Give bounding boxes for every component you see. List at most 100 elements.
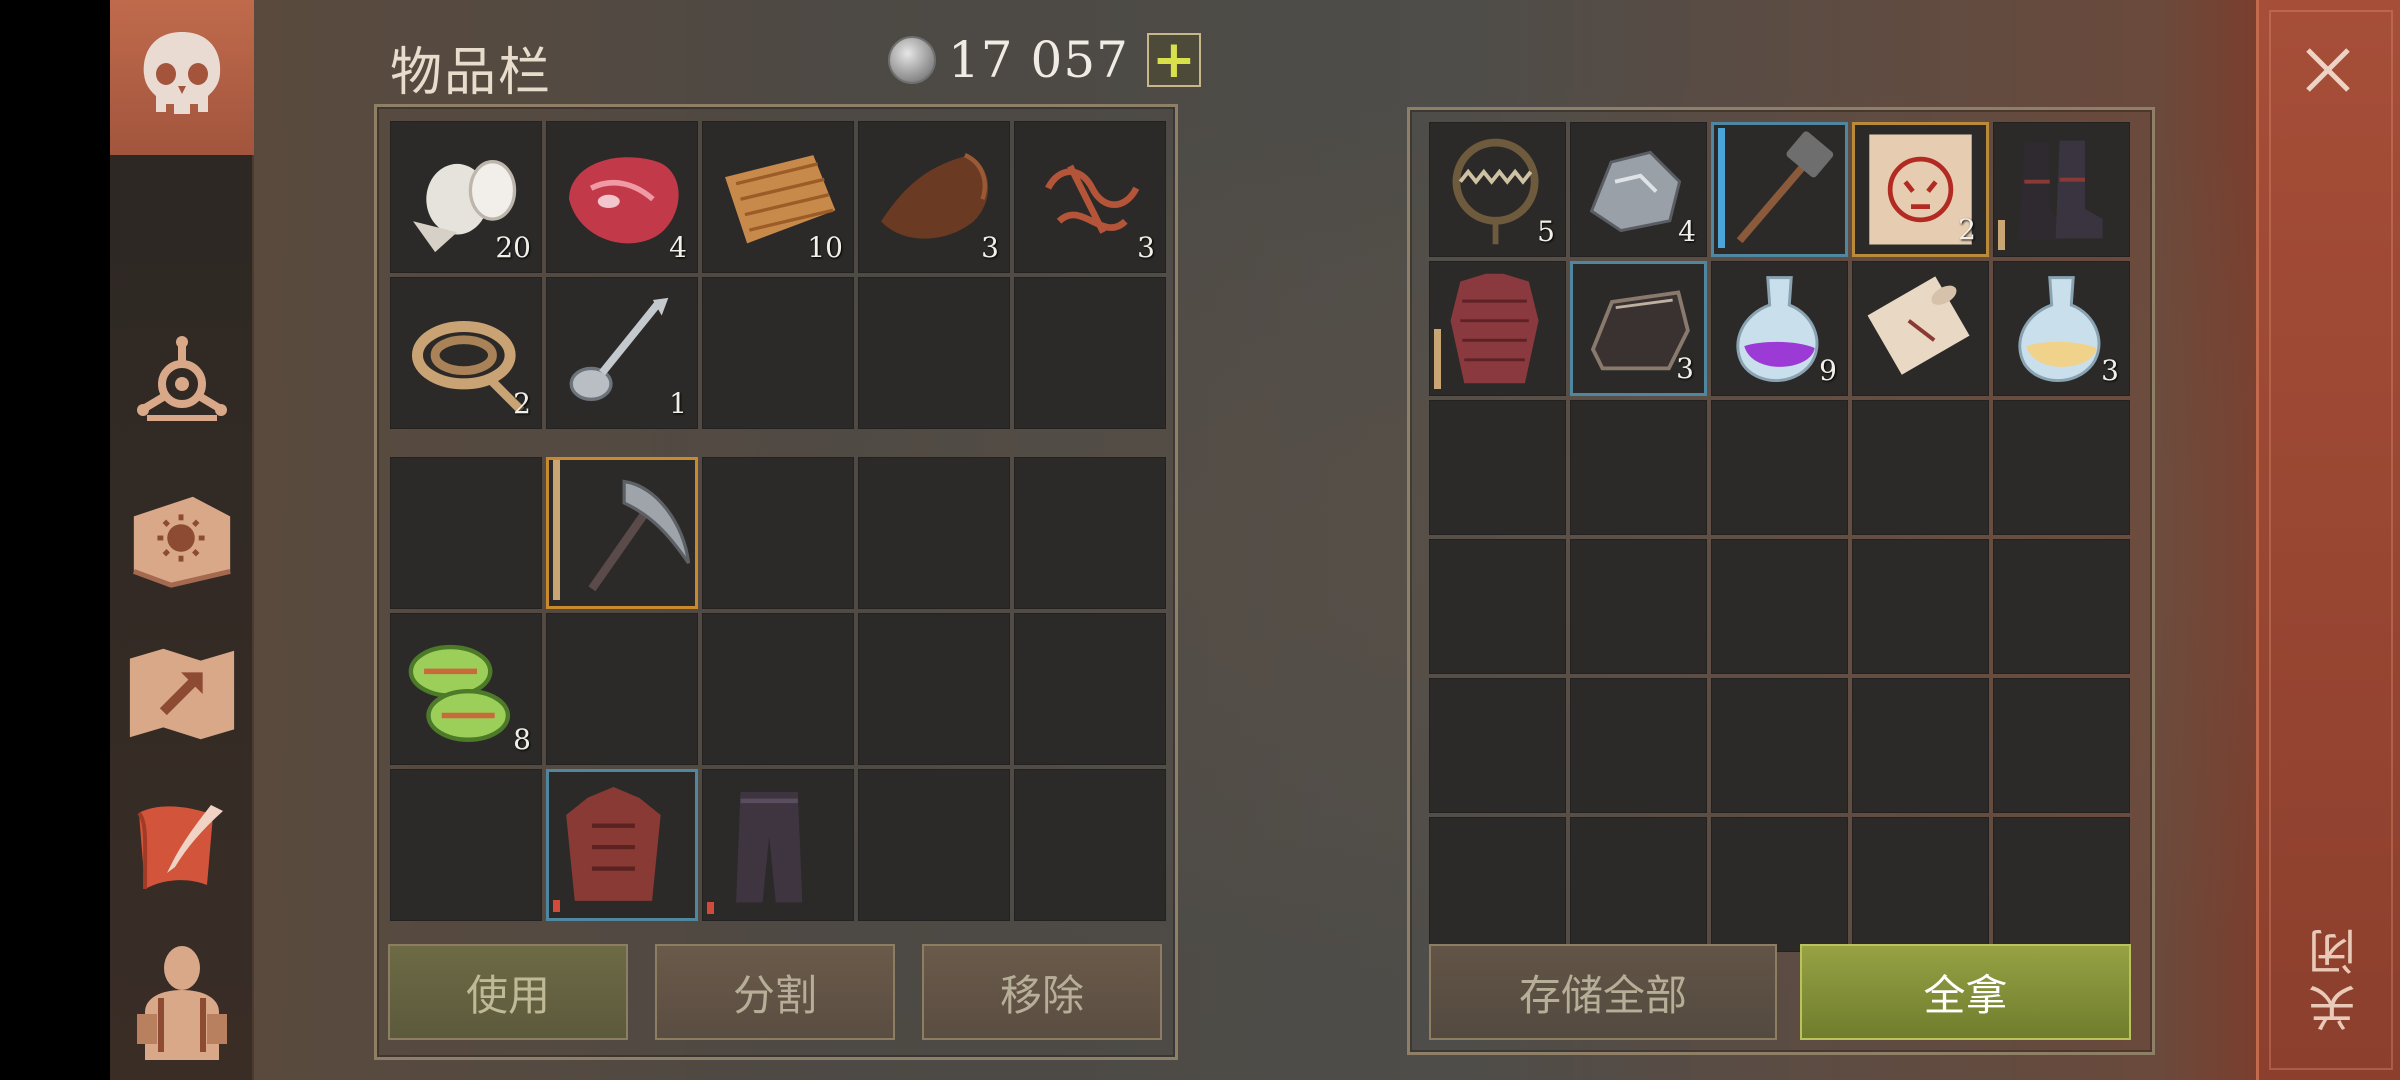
item-count: 2 xyxy=(513,387,531,420)
add-currency-button[interactable]: + xyxy=(1146,33,1201,87)
scroll-icon xyxy=(1867,276,1970,375)
empty-slot[interactable] xyxy=(546,613,698,765)
armor-vest-icon xyxy=(566,787,661,901)
currency-display: 17 057 + xyxy=(888,30,1201,90)
empty-slot[interactable] xyxy=(858,769,1010,921)
durability-bar xyxy=(1998,220,2005,250)
sidebar-item-quests[interactable] xyxy=(124,790,240,906)
empty-slot[interactable] xyxy=(390,457,542,609)
sledgehammer-icon xyxy=(1736,131,1834,244)
item-slot-pickaxe[interactable] xyxy=(546,457,698,609)
item-slot-blue-potion[interactable]: 3 xyxy=(1993,261,2130,396)
remove-button[interactable]: 移除 xyxy=(922,944,1162,1040)
empty-slot[interactable] xyxy=(1711,539,1848,674)
item-slot-cloth-roll[interactable]: 20 xyxy=(390,121,542,273)
split-button[interactable]: 分割 xyxy=(655,944,895,1040)
use-button[interactable]: 使用 xyxy=(388,944,628,1040)
pickaxe-icon xyxy=(588,479,691,592)
empty-slot[interactable] xyxy=(1993,678,2130,813)
empty-slot[interactable] xyxy=(1570,539,1707,674)
right-rail xyxy=(2256,0,2400,1080)
empty-slot[interactable] xyxy=(1711,678,1848,813)
empty-slot[interactable] xyxy=(1711,817,1848,952)
item-count: 3 xyxy=(1676,352,1694,385)
empty-slot[interactable] xyxy=(1852,678,1989,813)
empty-slot[interactable] xyxy=(1014,769,1166,921)
sidebar-tab-skull[interactable] xyxy=(110,0,254,155)
item-slot-purple-potion[interactable]: 9 xyxy=(1711,261,1848,396)
sidebar-item-map[interactable] xyxy=(124,636,240,752)
empty-slot[interactable] xyxy=(858,613,1010,765)
sidebar-item-character[interactable] xyxy=(124,944,240,1060)
empty-slot[interactable] xyxy=(858,277,1010,429)
skull-icon xyxy=(124,18,240,134)
empty-slot[interactable] xyxy=(1711,400,1848,535)
empty-slot[interactable] xyxy=(1570,400,1707,535)
item-slot-copper-wire[interactable]: 3 xyxy=(1014,121,1166,273)
empty-slot[interactable] xyxy=(858,457,1010,609)
empty-slot[interactable] xyxy=(390,769,542,921)
empty-slot[interactable] xyxy=(1993,539,2130,674)
item-count: 2 xyxy=(1958,213,1976,246)
item-slot-scroll[interactable] xyxy=(1852,261,1989,396)
empty-slot[interactable] xyxy=(702,277,854,429)
item-slot-pants[interactable] xyxy=(702,769,854,921)
scroll-quill-icon xyxy=(137,805,223,890)
item-slot-iron-ingot[interactable]: 3 xyxy=(1570,261,1707,396)
empty-slot[interactable] xyxy=(1429,539,1566,674)
item-slot-cactus-slices[interactable]: 8 xyxy=(390,613,542,765)
durability-bar xyxy=(1434,329,1441,389)
empty-slot[interactable] xyxy=(1429,400,1566,535)
item-slot-chainmail[interactable] xyxy=(1429,261,1566,396)
close-icon[interactable] xyxy=(2296,38,2360,102)
empty-slot[interactable] xyxy=(1429,817,1566,952)
character-icon xyxy=(137,946,227,1060)
item-slot-rope[interactable]: 2 xyxy=(390,277,542,429)
item-slot-bear-trap[interactable]: 5 xyxy=(1429,122,1566,257)
item-slot-leather[interactable]: 3 xyxy=(858,121,1010,273)
sidebar-item-crafting[interactable] xyxy=(124,325,240,441)
sun-book-icon xyxy=(132,496,231,588)
item-slot-iron-ore[interactable]: 4 xyxy=(1570,122,1707,257)
empty-slot[interactable] xyxy=(1429,678,1566,813)
empty-slot[interactable] xyxy=(1852,539,1989,674)
item-slot-armor-vest[interactable] xyxy=(546,769,698,921)
item-slot-boots[interactable] xyxy=(1993,122,2130,257)
item-count: 20 xyxy=(495,231,531,264)
item-count: 9 xyxy=(1819,354,1837,387)
item-count: 3 xyxy=(981,231,999,264)
sidebar-item-journal[interactable] xyxy=(124,480,240,596)
empty-slot[interactable] xyxy=(1852,817,1989,952)
equipment-grid: 8 xyxy=(390,457,1166,921)
item-count: 4 xyxy=(669,231,687,264)
item-slot-bounty-poster[interactable]: 2 xyxy=(1852,122,1989,257)
store-all-button[interactable]: 存储全部 xyxy=(1429,944,1777,1040)
empty-slot[interactable] xyxy=(1014,457,1166,609)
empty-slot[interactable] xyxy=(1014,277,1166,429)
empty-slot[interactable] xyxy=(1852,400,1989,535)
item-count: 8 xyxy=(513,723,531,756)
take-all-button[interactable]: 全拿 xyxy=(1800,944,2131,1040)
empty-slot[interactable] xyxy=(1993,400,2130,535)
empty-slot[interactable] xyxy=(1993,817,2130,952)
item-slot-sledgehammer[interactable] xyxy=(1711,122,1848,257)
item-slot-raw-meat[interactable]: 4 xyxy=(546,121,698,273)
durability-bar xyxy=(553,900,560,912)
bag-grid: 20 4 10 3 3 2 1 xyxy=(390,121,1166,429)
item-count: 4 xyxy=(1678,215,1696,248)
boots-icon xyxy=(2018,140,2103,241)
chainmail-icon xyxy=(1450,273,1539,384)
empty-slot[interactable] xyxy=(1570,817,1707,952)
durability-bar xyxy=(1718,128,1725,248)
item-slot-fiber-bundle[interactable]: 10 xyxy=(702,121,854,273)
empty-slot[interactable] xyxy=(702,457,854,609)
empty-slot[interactable] xyxy=(1014,613,1166,765)
close-button[interactable]: 关闭 xyxy=(2302,920,2365,1032)
crafting-icon xyxy=(137,336,227,421)
empty-slot[interactable] xyxy=(702,613,854,765)
item-count: 3 xyxy=(1137,231,1155,264)
pants-icon xyxy=(736,792,803,903)
durability-bar xyxy=(553,460,560,600)
empty-slot[interactable] xyxy=(1570,678,1707,813)
item-slot-spoon[interactable]: 1 xyxy=(546,277,698,429)
